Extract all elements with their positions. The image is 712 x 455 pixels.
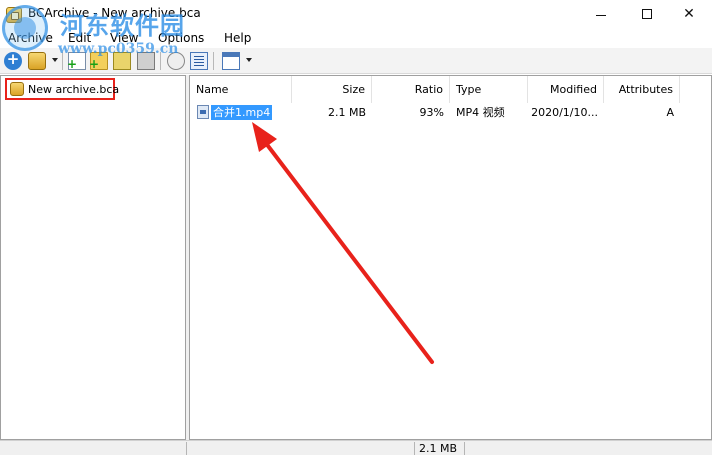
chevron-down-icon[interactable] — [246, 58, 252, 62]
minimize-icon — [596, 14, 606, 16]
status-bar: 2.1 MB — [0, 440, 712, 455]
column-header-size[interactable]: Size — [292, 76, 372, 103]
chevron-down-icon[interactable] — [52, 58, 58, 62]
archive-tree[interactable]: New archive.bca — [0, 75, 186, 440]
tree-item-archive[interactable]: New archive.bca — [5, 78, 119, 100]
column-header-modified[interactable]: Modified — [528, 76, 604, 103]
details-view-icon[interactable] — [190, 52, 208, 70]
menu-help[interactable]: Help — [224, 31, 251, 45]
file-name-cell[interactable]: 合并1.mp4 — [197, 104, 273, 120]
file-ratio: 93% — [419, 105, 444, 119]
archive-icon[interactable] — [28, 52, 46, 70]
archive-icon — [10, 82, 24, 96]
watermark-title: 河东软件园 — [60, 12, 185, 40]
file-attributes: A — [666, 105, 674, 119]
tree-item-label: New archive.bca — [28, 82, 120, 96]
file-modified: 2020/1/10... — [531, 105, 598, 119]
watermark-logo — [2, 5, 48, 51]
toolbar-separator — [213, 52, 214, 70]
close-icon: ✕ — [683, 6, 695, 22]
watermark-url: www.pc0359.cn — [58, 41, 179, 57]
status-total-size: 2.1 MB — [414, 442, 464, 455]
file-type: MP4 视频 — [456, 106, 505, 119]
add-icon[interactable] — [4, 50, 22, 70]
file-name[interactable]: 合并1.mp4 — [211, 104, 273, 120]
file-size: 2.1 MB — [327, 105, 366, 119]
table-row[interactable]: 合并1.mp4 2.1 MB 93% MP4 视频 2020/1/10... A — [190, 103, 711, 121]
column-header-attributes[interactable]: Attributes — [604, 76, 680, 103]
status-segment — [464, 442, 712, 455]
column-header-ratio[interactable]: Ratio — [372, 76, 450, 103]
minimize-button[interactable] — [578, 0, 624, 28]
maximize-button[interactable] — [624, 0, 670, 28]
close-button[interactable]: ✕ — [666, 0, 712, 28]
video-file-icon — [197, 105, 209, 119]
column-header-type[interactable]: Type — [450, 76, 528, 103]
maximize-icon — [642, 9, 652, 19]
column-header-name[interactable]: Name — [190, 76, 292, 103]
file-list[interactable]: Name Size Ratio Type Modified Attributes… — [189, 75, 712, 440]
view-options-icon[interactable] — [222, 52, 240, 70]
status-segment — [186, 442, 414, 455]
